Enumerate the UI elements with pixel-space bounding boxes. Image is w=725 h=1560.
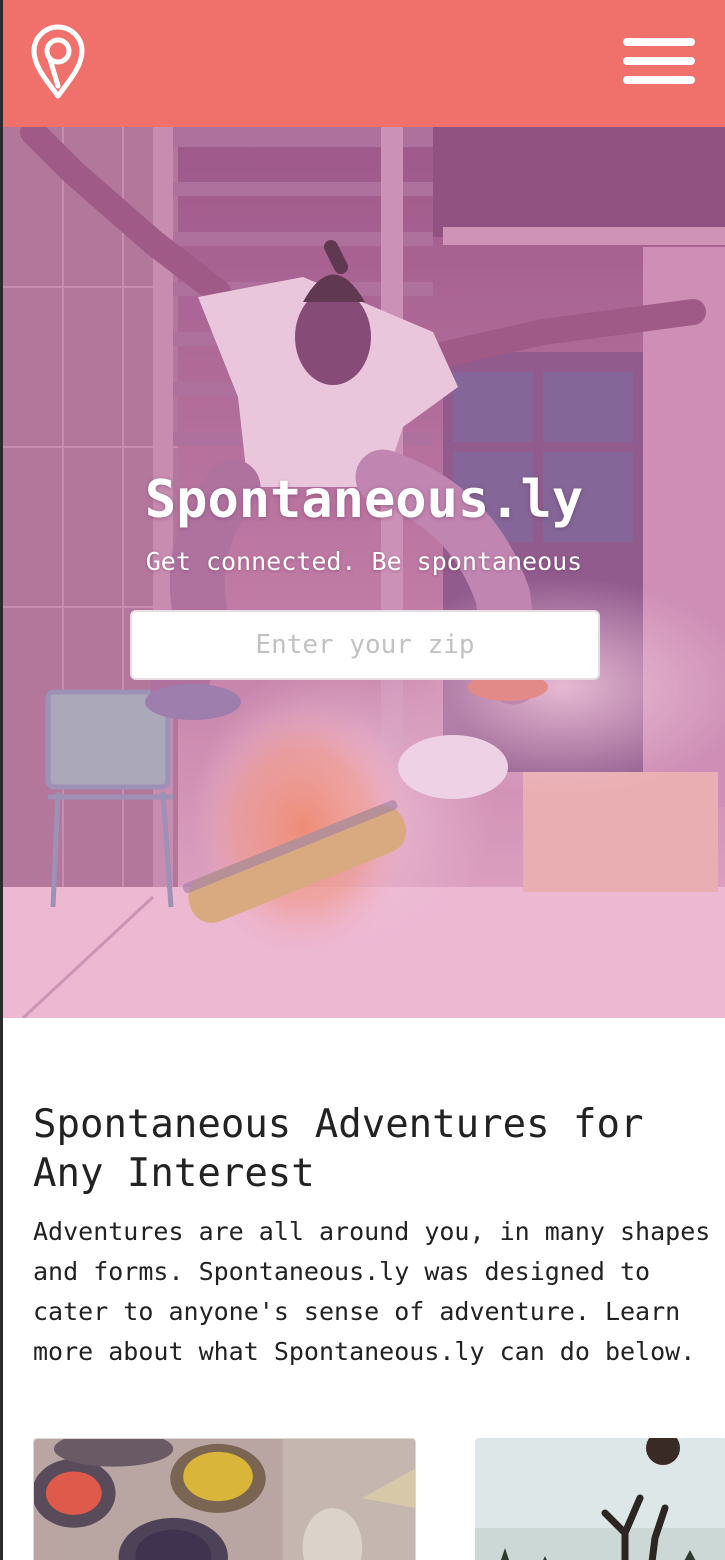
hamburger-menu-icon[interactable] — [623, 38, 697, 84]
hero-banner: Spontaneous.ly Get connected. Be spontan… — [3, 127, 725, 1018]
hero-tagline: Get connected. Be spontaneous — [145, 547, 583, 576]
menu-bar — [623, 76, 695, 84]
menu-bar — [623, 57, 695, 65]
volleyball-image — [475, 1438, 725, 1560]
top-nav-bar — [3, 0, 725, 127]
section-description: Adventures are all around you, in many s… — [33, 1217, 711, 1366]
hero-title: Spontaneous.ly — [144, 470, 584, 530]
window-edge — [0, 0, 3, 1560]
main-content: Spontaneous Adventures for Any Interest … — [3, 1018, 725, 1560]
activity-card-art[interactable] — [33, 1438, 416, 1560]
menu-bar — [623, 38, 695, 46]
activity-card-sports[interactable] — [475, 1438, 725, 1560]
paint-palette-image — [34, 1439, 415, 1560]
map-pin-icon[interactable] — [29, 22, 87, 100]
zip-input[interactable] — [130, 610, 600, 680]
section-heading: Spontaneous Adventures for Any Interest — [33, 1102, 644, 1196]
